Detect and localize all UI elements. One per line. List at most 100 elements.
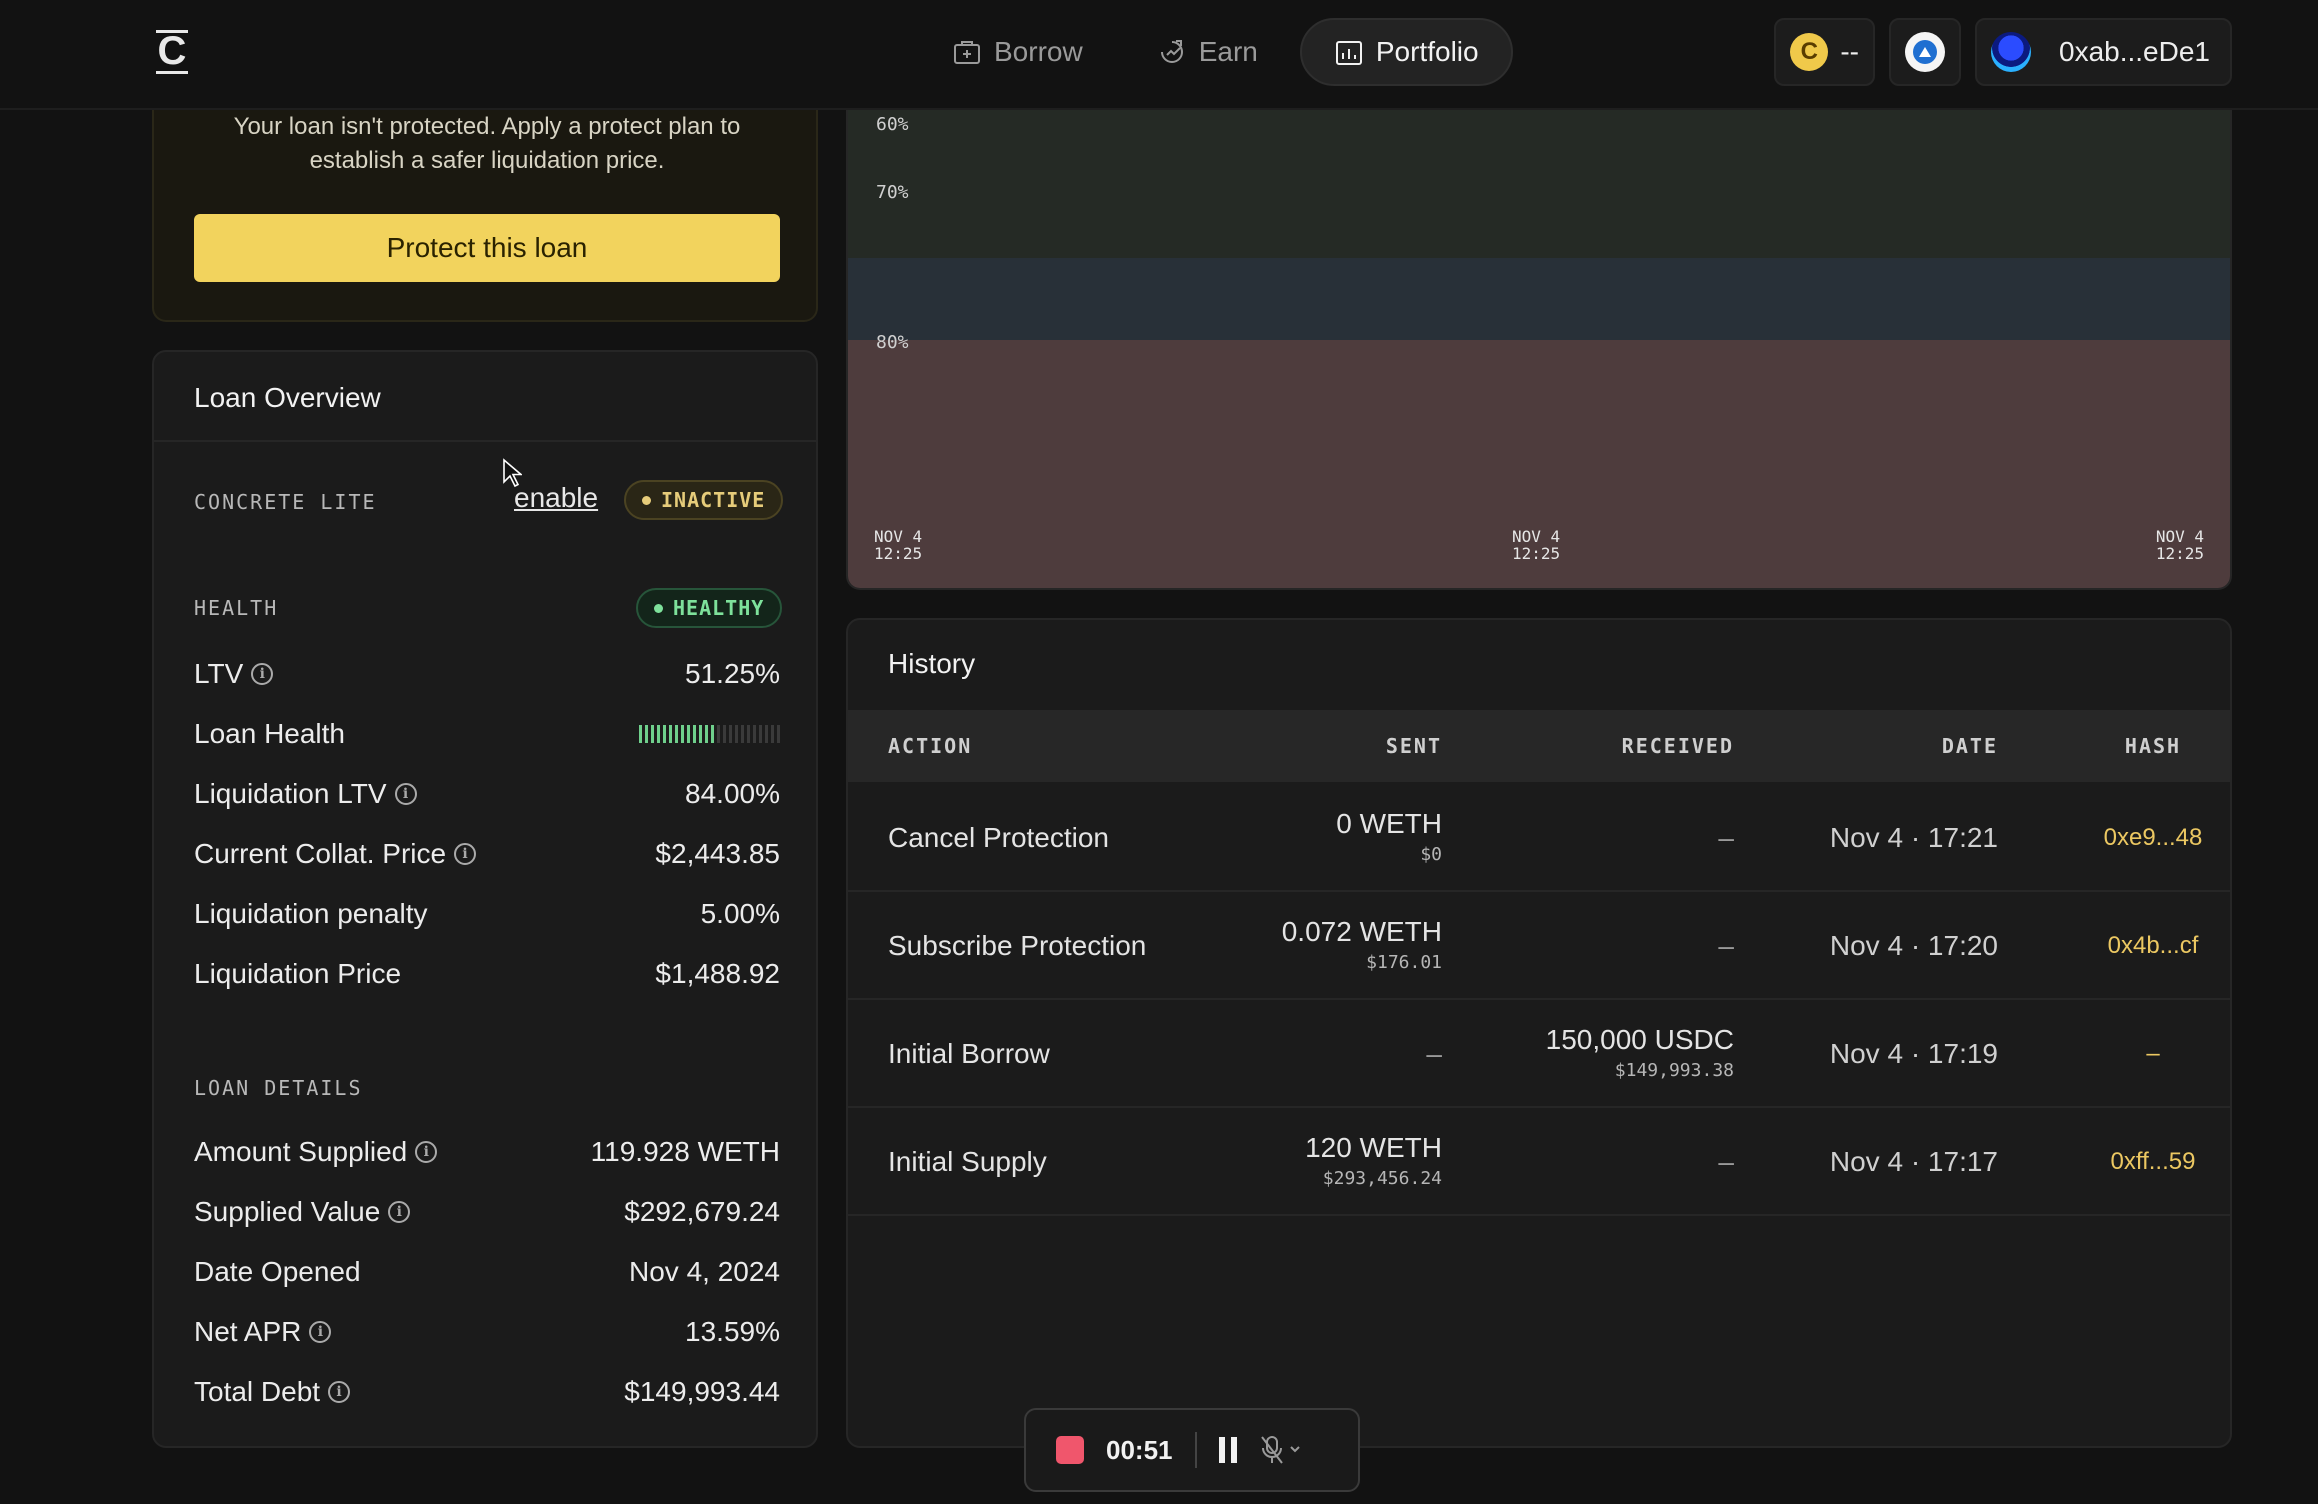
tx-hash-link[interactable]: 0x4b...cf [2078, 932, 2228, 960]
health-bar-segment [663, 725, 666, 743]
stop-recording-button[interactable] [1056, 1436, 1084, 1464]
concrete-coin-icon: C [1790, 33, 1829, 71]
health-bar-segment [699, 725, 702, 743]
app-logo[interactable]: C [156, 30, 188, 74]
info-icon[interactable]: i [415, 1141, 438, 1163]
info-icon[interactable]: i [251, 663, 274, 685]
nav-portfolio[interactable]: Portfolio [1299, 18, 1513, 86]
healthy-badge: HEALTHY [636, 588, 783, 628]
nav-borrow[interactable]: Borrow [920, 18, 1115, 86]
health-bar-segment [741, 725, 744, 743]
liquidation-price-row: Liquidation Price $1,488.92 [194, 958, 780, 989]
supplied-value-row: Supplied Value i $292,679.24 [194, 1196, 780, 1227]
wallet-avatar [1991, 32, 2031, 72]
health-bar-segment [645, 725, 648, 743]
x-axis-label: NOV 4 12:25 [1512, 527, 1561, 563]
health-bar-segment [705, 725, 708, 743]
health-bar-segment [723, 725, 726, 743]
concrete-lite-label: CONCRETE LITE [194, 490, 377, 514]
health-bar-segment [747, 725, 750, 743]
info-icon[interactable]: i [454, 843, 477, 865]
health-bar-segment [753, 725, 756, 743]
health-bar-segment [651, 725, 654, 743]
history-table-header: ACTION SENT RECEIVED DATE HASH [848, 710, 2230, 782]
column-action: ACTION [888, 734, 973, 758]
pause-icon[interactable] [1218, 1437, 1237, 1463]
net-apr-row: Net APR i 13.59% [194, 1316, 780, 1347]
health-bar-segment [771, 725, 774, 743]
mic-muted-icon[interactable] [1259, 1434, 1303, 1466]
health-label: HEALTH [194, 596, 279, 620]
health-bar-segment [669, 725, 672, 743]
column-hash: HASH [2124, 734, 2182, 758]
history-panel: History ACTION SENT RECEIVED DATE HASH C… [846, 618, 2232, 1448]
health-bar-segment [693, 725, 696, 743]
protect-message: Your loan isn't protected. Apply a prote… [233, 113, 741, 174]
warning-zone [848, 258, 2230, 340]
ltv-row: LTV i 51.25% [194, 658, 780, 689]
liquidation-penalty-row: Liquidation penalty 5.00% [194, 898, 780, 929]
column-sent: SENT [1385, 734, 1442, 758]
x-axis-label: NOV 4 12:25 [874, 527, 923, 563]
status-dot [642, 495, 651, 505]
amount-supplied-row: Amount Supplied i 119.928 WETH [194, 1136, 780, 1167]
top-navigation-bar: C Borrow Earn Portfolio C -- 0xab...eDe1 [0, 0, 2318, 110]
health-bar-segment [657, 725, 660, 743]
status-dot [654, 603, 663, 613]
account-controls: C -- 0xab...eDe1 [1774, 18, 2232, 86]
recording-timer: 00:51 [1106, 1434, 1173, 1465]
tx-hash-link: – [2146, 1040, 2160, 1067]
borrow-icon [954, 41, 980, 64]
health-bar-segment [765, 725, 768, 743]
health-bar-segment [759, 725, 762, 743]
screen-recorder-bar: 00:51 [1024, 1408, 1360, 1492]
enable-link[interactable]: enable [514, 482, 598, 514]
loan-details-label: LOAN DETAILS [194, 1076, 363, 1100]
x-axis-label: NOV 4 12:25 [2155, 527, 2204, 563]
health-bar-segment [711, 725, 714, 743]
date-opened-row: Date Opened Nov 4, 2024 [194, 1256, 780, 1287]
info-icon[interactable]: i [328, 1381, 351, 1403]
table-row: Subscribe Protection 0.072 WETH $176.01 –… [848, 892, 2230, 1000]
table-row: Initial Borrow – 150,000 USDC $149,993.38… [848, 1000, 2230, 1108]
column-received: RECEIVED [1621, 734, 1734, 758]
tx-hash-link[interactable]: 0xe9...48 [2078, 824, 2228, 852]
portfolio-icon [1335, 41, 1362, 65]
loan-overview-panel: Loan Overview CONCRETE LITE enable INACT… [152, 350, 818, 1448]
level-label-60: 60% [876, 114, 909, 135]
table-row: Initial Supply 120 WETH $293,456.24 – Nov… [848, 1108, 2230, 1216]
earn-icon [1160, 40, 1183, 63]
mouse-cursor-icon [503, 458, 522, 488]
liquidation-ltv-row: Liquidation LTV i 84.00% [194, 778, 780, 809]
network-icon [1905, 32, 1945, 72]
main-nav: Borrow Earn Portfolio [920, 18, 1513, 86]
health-bar-segment [687, 725, 690, 743]
level-label-70: 70% [876, 182, 909, 203]
collateral-price-row: Current Collat. Price i $2,443.85 [194, 838, 780, 869]
health-bar-segment [729, 725, 732, 743]
protect-loan-button[interactable]: Protect this loan [194, 214, 780, 282]
nav-earn[interactable]: Earn [1125, 18, 1290, 86]
loan-health-meter [639, 725, 780, 743]
points-chip[interactable]: C -- [1774, 18, 1875, 86]
safe-zone [848, 110, 2230, 258]
inactive-badge: INACTIVE [624, 480, 784, 520]
info-icon[interactable]: i [388, 1201, 411, 1223]
info-icon[interactable]: i [394, 783, 417, 805]
health-bar-segment [639, 725, 642, 743]
history-title: History [888, 648, 976, 679]
info-icon[interactable]: i [309, 1321, 332, 1343]
network-selector[interactable] [1889, 18, 1961, 86]
health-bar-segment [717, 725, 720, 743]
protect-loan-panel: Your loan isn't protected. Apply a prote… [152, 110, 818, 322]
health-bar-segment [675, 725, 678, 743]
divider [1194, 1432, 1197, 1468]
tx-hash-link[interactable]: 0xff...59 [2078, 1148, 2228, 1176]
column-date: DATE [1941, 734, 1998, 758]
total-debt-row: Total Debt i $149,993.44 [194, 1376, 780, 1407]
wallet-button[interactable]: 0xab...eDe1 [1975, 18, 2232, 86]
health-bar-segment [777, 725, 780, 743]
table-row: Cancel Protection 0 WETH $0 – Nov 4 · 17:… [848, 784, 2230, 892]
level-label-80: 80% [876, 332, 909, 353]
divider [154, 440, 816, 442]
